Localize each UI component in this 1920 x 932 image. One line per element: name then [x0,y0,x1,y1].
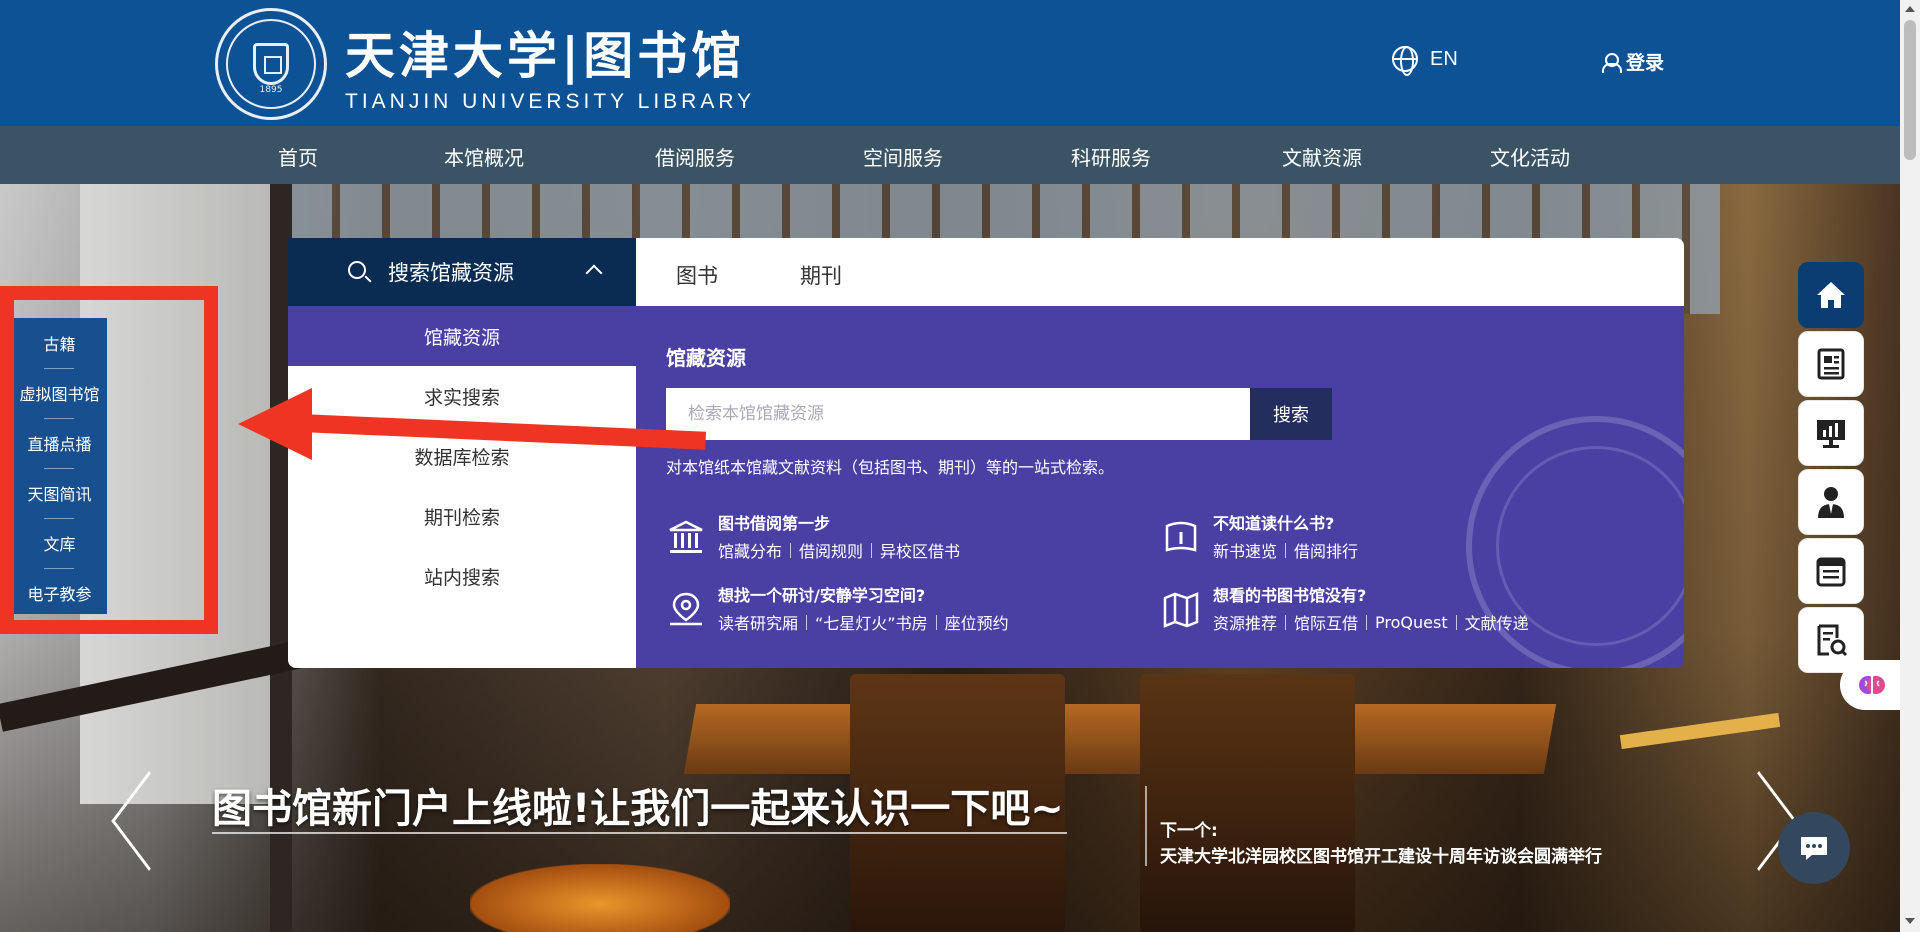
login-label: 登录 [1626,52,1665,74]
annotation-arrow-head [238,388,312,460]
hero-lamp [470,864,730,932]
link-new-books[interactable]: 新书速览 [1213,538,1277,562]
document-search-icon [1817,624,1848,657]
search-panel-title: 搜索馆藏资源 [388,261,514,285]
nav-item-culture[interactable]: 文化活动 [1490,142,1570,171]
toolbar-report-button[interactable] [1798,400,1864,466]
link-research-rooms[interactable]: 读者研究厢 [718,610,798,634]
toolbar-home-button[interactable] [1798,262,1864,328]
toolbar-librarian-button[interactable] [1798,469,1864,535]
card-title: 图书借阅第一步 [718,514,831,533]
presentation-chart-icon [1817,420,1845,448]
seal-year: 1895 [259,85,283,95]
card-links: 资源推荐 馆际互借 ProQuest 文献传递 [1213,610,1529,634]
next-slide-title[interactable]: 天津大学北洋园校区图书馆开工建设十周年访谈会圆满举行 [1160,842,1602,867]
user-icon [1602,52,1622,73]
calendar-icon [1816,557,1846,587]
nav-item-borrowing[interactable]: 借阅服务 [655,142,735,171]
university-seal-logo[interactable]: 1895 [215,8,327,120]
login-button[interactable]: 登录 [1602,48,1664,75]
link-interlibrary-loan[interactable]: 馆际互借 [1294,610,1358,634]
search-menu-site[interactable]: 站内搜索 [288,546,636,606]
language-label: EN [1430,47,1458,70]
search-panel: 搜索馆藏资源 图书 期刊 馆藏资源 求实搜索 数据库检索 期刊检索 站内搜索 馆… [288,238,1684,668]
search-description: 对本馆纸本馆藏文献资料（包括图书、期刊）等的一站式检索。 [666,458,1115,477]
card-title: 想找一个研讨/安静学习空间? [718,586,926,605]
link-qixing-study[interactable]: “七星灯火”书房 [815,610,928,634]
annotation-highlight-box [0,286,218,634]
link-document-delivery[interactable]: 文献传递 [1465,610,1529,634]
next-divider [1145,786,1147,866]
caption-underline [212,832,1067,834]
carousel-caption[interactable]: 图书馆新门户上线啦!让我们一起来认识一下吧~ [212,776,1064,834]
chat-button[interactable] [1778,812,1850,884]
chat-bubble-icon [1801,837,1827,860]
service-card: 图书借阅第一步 馆藏分布 借阅规则 异校区借书 [666,510,1106,566]
seal-shield-icon [253,43,289,85]
hero-light [1619,712,1781,750]
book-question-icon [1165,521,1197,552]
right-toolbar [1798,262,1864,676]
search-body: 馆藏资源 搜索 对本馆纸本馆藏文献资料（包括图书、期刊）等的一站式检索。 图书借… [636,306,1684,668]
link-proquest[interactable]: ProQuest [1375,613,1448,632]
home-icon [1817,282,1845,308]
page-scrollbar[interactable] [1900,0,1920,932]
card-title: 想看的书图书馆没有? [1213,586,1367,605]
link-resource-recommend[interactable]: 资源推荐 [1213,610,1277,634]
search-menu: 馆藏资源 求实搜索 数据库检索 期刊检索 站内搜索 [288,306,636,668]
nav-item-research[interactable]: 科研服务 [1071,142,1151,171]
nav-item-space[interactable]: 空间服务 [863,142,943,171]
service-card: 想看的书图书馆没有? 资源推荐 馆际互借 ProQuest 文献传递 [1161,582,1601,638]
card-links: 读者研究厢 “七星灯火”书房 座位预约 [718,610,1009,634]
link-seat-reservation[interactable]: 座位预约 [945,610,1009,634]
search-icon [348,261,366,279]
library-building-icon [669,520,703,553]
card-links: 新书速览 借阅排行 [1213,538,1358,562]
librarian-icon [1818,487,1844,518]
service-card: 不知道读什么书? 新书速览 借阅排行 [1161,510,1601,566]
map-icon [1163,592,1199,628]
search-menu-journal[interactable]: 期刊检索 [288,486,636,546]
card-title: 不知道读什么书? [1213,514,1335,533]
news-icon [1817,348,1845,380]
tab-books[interactable]: 图书 [676,260,718,290]
search-panel-header[interactable]: 搜索馆藏资源 [288,238,636,306]
service-card: 想找一个研讨/安静学习空间? 读者研究厢 “七星灯火”书房 座位预约 [666,582,1106,638]
tab-journals[interactable]: 期刊 [800,260,842,290]
nav-item-home[interactable]: 首页 [278,142,318,171]
scroll-thumb[interactable] [1904,20,1916,160]
globe-icon [1392,46,1418,76]
search-tabs: 图书 期刊 [636,238,1684,306]
nav-item-resources[interactable]: 文献资源 [1282,142,1362,171]
hero-chair [1140,674,1355,932]
link-borrowing-rules[interactable]: 借阅规则 [799,538,863,562]
search-menu-collection[interactable]: 馆藏资源 [288,306,636,366]
main-nav: 首页 本馆概况 借阅服务 空间服务 科研服务 文献资源 文化活动 [0,126,1900,184]
link-borrowing-ranking[interactable]: 借阅排行 [1294,538,1358,562]
hero-table [683,704,1557,774]
scroll-up-arrow-icon[interactable] [1905,6,1915,12]
library-name-cn[interactable]: 天津大学|图书馆 [345,16,745,88]
site-header: 1895 天津大学|图书馆 TIANJIN UNIVERSITY LIBRARY… [0,0,1900,126]
search-button[interactable]: 搜索 [1250,388,1332,440]
search-input[interactable] [666,388,1250,440]
brain-icon [1859,676,1885,694]
search-section-title: 馆藏资源 [666,346,746,370]
toolbar-calendar-button[interactable] [1798,538,1864,604]
library-name-en[interactable]: TIANJIN UNIVERSITY LIBRARY [345,90,755,114]
link-collection-distribution[interactable]: 馆藏分布 [718,538,782,562]
language-switch[interactable]: EN [1392,46,1458,76]
next-slide-label: 下一个: [1160,821,1218,841]
toolbar-news-button[interactable] [1798,331,1864,397]
location-pin-icon [670,592,702,626]
nav-item-overview[interactable]: 本馆概况 [444,142,524,171]
chevron-up-icon[interactable] [585,264,603,282]
link-cross-campus-borrow[interactable]: 异校区借书 [880,538,960,562]
card-links: 馆藏分布 借阅规则 异校区借书 [718,538,960,562]
scroll-down-arrow-icon[interactable] [1905,918,1915,924]
